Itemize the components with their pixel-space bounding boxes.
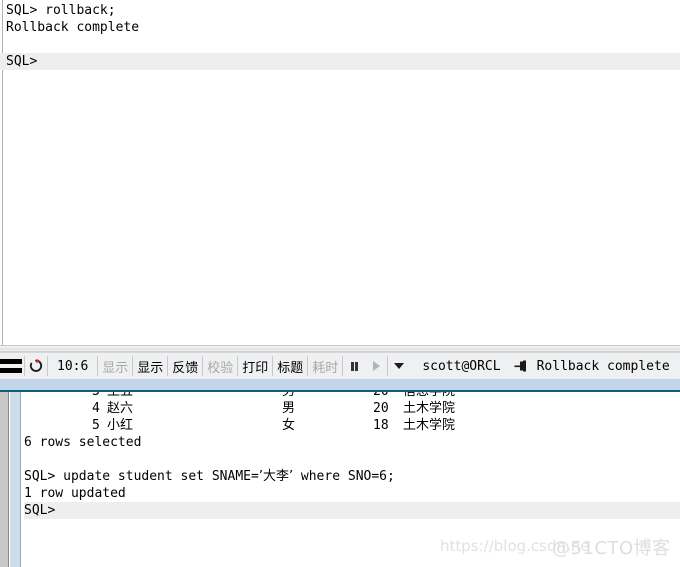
pause-icon[interactable] — [343, 353, 365, 379]
row-dept: 土木学院 — [403, 418, 456, 433]
play-glyph — [372, 361, 380, 371]
bottom-console-text[interactable]: 3 王五 男 20 信息学院 4 赵六 男 20 土木学院 5 小红 女 18 … — [24, 392, 680, 567]
sqlplus-window: SQL> rollback; Rollback complete SQL> 10… — [0, 0, 680, 567]
row-age: 20 — [373, 392, 389, 400]
toolbar-button-feedback[interactable]: 反馈 — [168, 353, 202, 379]
rollback-icon-svg — [29, 358, 43, 372]
row-name: 王五 — [107, 392, 133, 400]
top-output-panel[interactable]: SQL> rollback; Rollback complete SQL> — [0, 0, 680, 345]
bottom-panel-margin — [10, 392, 21, 567]
table-row: 4 赵六 男 20 土木学院 — [24, 400, 680, 417]
menu-icon-bar — [0, 359, 22, 364]
row-age: 18 — [373, 418, 389, 433]
row-sex: 男 — [282, 392, 295, 400]
console-line: SQL> rollback; — [6, 3, 116, 18]
console-line: Rollback complete — [6, 20, 140, 35]
toolbar-button-timing[interactable]: 耗时 — [308, 353, 342, 379]
console-prompt-line[interactable]: SQL> — [0, 53, 680, 70]
sql-update-suffix: where SNO=6; — [293, 469, 395, 484]
play-icon[interactable] — [365, 353, 387, 379]
toolbar-button-verify[interactable]: 校验 — [203, 353, 237, 379]
row-sno: 3 — [92, 392, 100, 400]
table-row: 3 王五 男 20 信息学院 — [24, 392, 680, 400]
row-age: 20 — [373, 401, 389, 416]
rows-selected-message: 6 rows selected — [24, 435, 142, 450]
row-sno: 4 — [92, 401, 100, 416]
row-name: 赵六 — [107, 401, 134, 416]
sql-update-value: ’大李’ — [258, 469, 294, 484]
row-sex: 女 — [282, 418, 296, 433]
pushpin-icon[interactable] — [511, 353, 533, 379]
sql-update-statement: SQL> update student set SNAME=’大李’ where… — [24, 468, 680, 485]
pushpin-icon-svg — [514, 360, 527, 372]
pause-glyph — [350, 361, 358, 371]
connection-label: scott@ORCL — [422, 358, 501, 374]
row-name: 小红 — [107, 418, 134, 433]
row-sno: 5 — [92, 418, 100, 433]
update-result-message: 1 row updated — [24, 486, 126, 501]
menu-icon-bar — [0, 368, 22, 373]
toolbar-button-heading[interactable]: 标题 — [273, 353, 307, 379]
toolbar-button-show[interactable]: 显示 — [133, 353, 167, 379]
toolbar-button-show-disabled[interactable]: 显示 — [98, 353, 132, 379]
caret-glyph — [394, 363, 405, 369]
status-toolbar[interactable]: 10:6 显示 显示 反馈 校验 打印 标题 耗时 scott@ORCL Rol… — [0, 352, 680, 379]
table-row: 5 小红 女 18 土木学院 — [24, 417, 680, 434]
top-console-text[interactable]: SQL> rollback; Rollback complete SQL> — [0, 2, 680, 342]
selection-band — [0, 379, 680, 390]
panel-splitter[interactable] — [0, 345, 680, 352]
chevron-down-icon[interactable] — [388, 353, 410, 379]
rollback-circular-arrow-icon[interactable] — [25, 353, 47, 379]
row-dept: 土木学院 — [403, 401, 456, 416]
menu-icon[interactable] — [0, 353, 24, 379]
bottom-panel-scrollbar[interactable] — [0, 392, 9, 567]
row-sex: 男 — [282, 401, 296, 416]
elapsed-time: 10:6 — [57, 358, 89, 374]
toolbar-button-print[interactable]: 打印 — [238, 353, 272, 379]
console-prompt-line[interactable]: SQL> — [24, 502, 680, 519]
top-panel-gutter — [0, 0, 3, 345]
row-dept: 信息学院 — [403, 392, 455, 400]
status-message: Rollback complete — [536, 358, 670, 374]
splitter-groove — [0, 348, 680, 350]
bottom-output-panel[interactable]: 3 王五 男 20 信息学院 4 赵六 男 20 土木学院 5 小红 女 18 … — [0, 392, 680, 567]
